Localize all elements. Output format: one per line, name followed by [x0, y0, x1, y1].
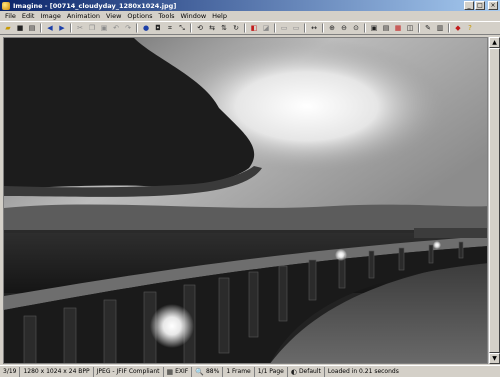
image-viewport[interactable]: [3, 37, 488, 364]
status-bar: 3/19 1280 x 1024 x 24 BPP JPEG - JFIF Co…: [0, 365, 500, 377]
status-format: JPEG - JFIF Compliant: [94, 366, 164, 377]
effects-icon[interactable]: ◧: [249, 23, 259, 33]
menu-edit[interactable]: Edit: [19, 12, 38, 20]
plugins-icon[interactable]: ▥: [435, 23, 445, 33]
toolbar-separator: [70, 23, 72, 33]
crop-icon[interactable]: ⌗: [165, 23, 175, 33]
menu-image[interactable]: Image: [37, 12, 63, 20]
rotate-left-icon[interactable]: ⟲: [195, 23, 205, 33]
status-profile: ◐ Default: [288, 366, 325, 377]
menu-animation[interactable]: Animation: [64, 12, 103, 20]
toolbar: ▰ ■ ▤ ◀ ▶ ✂ ❐ ▣ ↶ ↷ ● ◘ ⌗ ⤡ ⟲ ⇆ ⇅ ↻ ◧ ◪ ▭ ▭ ↔ ⊕ ⊖ ⊙ ▣ ▤ ▦ ◫ ✎ ▥ ◆?: [0, 21, 500, 35]
status-zoom: 🔍 88%: [192, 366, 224, 377]
menu-window[interactable]: Window: [178, 12, 210, 20]
zoom-icon: 🔍: [195, 367, 204, 376]
toolbar-separator: [364, 23, 366, 33]
status-dimensions: 1280 x 1024 x 24 BPP: [20, 366, 94, 377]
paste-icon[interactable]: ▣: [99, 23, 109, 33]
menu-bar: File Edit Image Animation View Options T…: [0, 11, 500, 21]
toolbar-separator: [418, 23, 420, 33]
app-icon[interactable]: [2, 1, 10, 10]
rename-icon[interactable]: ↔: [309, 23, 319, 33]
copy-to-icon[interactable]: ▭: [279, 23, 289, 33]
maximize-button[interactable]: □: [475, 1, 485, 10]
scroll-down-button[interactable]: ▼: [489, 353, 500, 364]
status-load-time: Loaded in 0.21 seconds: [327, 367, 399, 375]
toolbar-separator: [40, 23, 42, 33]
status-zoom-value: 88%: [205, 367, 220, 375]
zoom-out-icon[interactable]: ⊖: [339, 23, 349, 33]
undo-icon[interactable]: ↶: [111, 23, 121, 33]
status-exif-label: EXIF: [175, 367, 189, 375]
book-icon[interactable]: ◆: [453, 23, 463, 33]
pier-end: [414, 228, 487, 238]
back-arrow-icon[interactable]: ◀: [45, 23, 55, 33]
toolbar-separator: [448, 23, 450, 33]
flip-icon[interactable]: ⇆: [207, 23, 217, 33]
close-button[interactable]: ×: [488, 1, 498, 10]
settings-icon[interactable]: ✎: [423, 23, 433, 33]
status-exif[interactable]: ▦ EXIF: [164, 366, 193, 377]
copy-icon[interactable]: ❐: [87, 23, 97, 33]
info-icon[interactable]: ●: [141, 23, 151, 33]
slideshow-icon[interactable]: ▤: [381, 23, 391, 33]
window-controls: _ □ ×: [464, 1, 498, 10]
rotate-icon[interactable]: ↻: [231, 23, 241, 33]
photo-canvas: [4, 38, 487, 363]
redo-icon[interactable]: ↷: [123, 23, 133, 33]
open-folder-icon[interactable]: ▰: [3, 23, 13, 33]
title-bar[interactable]: Imagine - [00714_cloudyday_1280x1024.jpg…: [0, 0, 500, 11]
lamp-far: [433, 241, 441, 249]
menu-options[interactable]: Options: [124, 12, 155, 20]
lamp-large: [150, 304, 194, 348]
zoom-in-icon[interactable]: ⊕: [327, 23, 337, 33]
menu-file[interactable]: File: [2, 12, 19, 20]
zoom-fit-icon[interactable]: ⊙: [351, 23, 361, 33]
fullscreen-icon[interactable]: ▣: [369, 23, 379, 33]
mirror-icon[interactable]: ⇅: [219, 23, 229, 33]
toolbar-separator: [322, 23, 324, 33]
toolbar-separator: [304, 23, 306, 33]
forward-arrow-icon[interactable]: ▶: [57, 23, 67, 33]
scroll-up-button[interactable]: ▲: [489, 37, 500, 48]
exif-icon: ▦: [166, 367, 174, 376]
window-title: Imagine - [00714_cloudyday_1280x1024.jpg…: [13, 1, 177, 10]
thumbnails-icon[interactable]: ▦: [393, 23, 403, 33]
print-icon[interactable]: ▤: [27, 23, 37, 33]
menu-view[interactable]: View: [103, 12, 124, 20]
scroll-thumb[interactable]: [489, 48, 500, 353]
cut-icon[interactable]: ✂: [75, 23, 85, 33]
save-icon[interactable]: ■: [15, 23, 25, 33]
toolbar-separator: [136, 23, 138, 33]
minimize-button[interactable]: _: [464, 1, 474, 10]
status-pages: 1/1 Page: [255, 366, 288, 377]
lamp-mid: [335, 249, 347, 261]
status-profile-label: Default: [298, 367, 321, 375]
menu-tools[interactable]: Tools: [156, 12, 178, 20]
status-frames: 1 Frame: [223, 366, 255, 377]
menu-help[interactable]: Help: [209, 12, 230, 20]
toolbar-separator: [244, 23, 246, 33]
status-index: 3/19: [0, 366, 21, 377]
help-icon[interactable]: ?: [465, 23, 475, 33]
toolbar-separator: [274, 23, 276, 33]
toolbar-separator: [190, 23, 192, 33]
capture-icon[interactable]: ◘: [153, 23, 163, 33]
compare-icon[interactable]: ◫: [405, 23, 415, 33]
profile-icon: ◐: [290, 367, 297, 376]
move-to-icon[interactable]: ▭: [291, 23, 301, 33]
resize-icon[interactable]: ⤡: [177, 23, 187, 33]
color-icon[interactable]: ◪: [261, 23, 271, 33]
vertical-scrollbar[interactable]: ▲ ▼: [488, 37, 500, 364]
